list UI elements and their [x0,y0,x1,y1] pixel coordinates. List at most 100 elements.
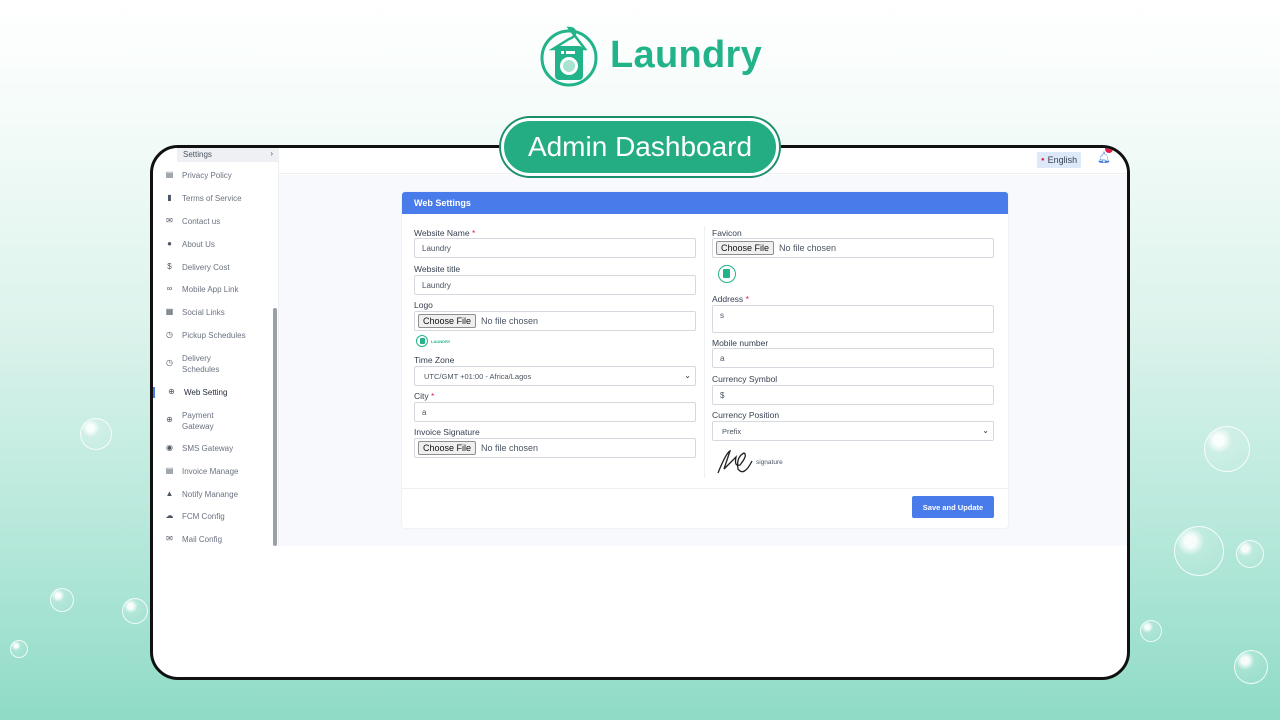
sidebar-item-label: About Us [182,240,215,249]
clock-icon: ◷ [166,330,173,339]
currency-symbol-label: Currency Symbol [712,374,778,384]
bell-icon: ▲ [165,489,174,498]
time-zone-value: UTC/GMT +01:00 - Africa/Lagos [424,372,532,381]
link-icon: ∞ [166,284,173,293]
website-title-label: Website title [414,264,461,274]
sidebar-item-label: Delivery Cost [182,263,230,272]
file-status: No file chosen [481,443,539,453]
printer-icon: ▤ [165,170,174,179]
sidebar-section-settings[interactable]: Settings › [177,148,281,162]
language-label: English [1047,155,1078,165]
sidebar-item-label: Web Setting [184,388,228,397]
sidebar-item-terms-of-service[interactable]: ▮ Terms of Service [153,193,265,204]
device-frame: Settings › ▤ Privacy Policy ▮ Terms of Ser… [150,145,1130,680]
file-status: No file chosen [779,243,837,253]
sidebar-item-fcm-config[interactable]: ☁ FCM Config [153,511,265,522]
city-input[interactable]: a [414,402,696,422]
sidebar-item-notify-manange[interactable]: ▲ Notify Manange [153,489,265,500]
sidebar-item-payment-gateway[interactable]: ⊕ Payment Gateway [153,410,265,432]
web-settings-card: Web Settings Website Name * Laundry Webs… [402,192,1008,528]
sidebar-item-sms-gateway[interactable]: ◉ SMS Gateway [153,443,265,454]
invoice-signature-file-input[interactable]: Choose File No file chosen [414,438,696,458]
chevron-right-icon: › [270,149,273,158]
sidebar-item-label: Contact us [182,217,221,226]
sidebar-item-contact-us[interactable]: ✉ Contact us [153,216,265,227]
sidebar-item-mobile-app-link[interactable]: ∞ Mobile App Link [153,284,265,295]
brand-logo: Laundry [536,22,762,88]
logo-file-input[interactable]: Choose File No file chosen [414,311,696,331]
sidebar-item-label: Terms of Service [182,194,242,203]
currency-position-value: Prefix [722,427,742,436]
website-name-label: Website Name * [414,228,476,238]
favicon-preview-icon [718,265,736,283]
save-and-update-button[interactable]: Save and Update [912,496,994,518]
favicon-label: Favicon [712,228,742,238]
sidebar-section-label: Settings [183,150,212,159]
bubble-decoration [10,640,28,658]
sidebar-item-label: Privacy Policy [182,171,232,180]
sidebar-scrollbar[interactable] [273,308,277,546]
bubble-decoration [1234,650,1268,684]
website-title-input[interactable]: Laundry [414,275,696,295]
sidebar-item-pickup-schedules[interactable]: ◷ Pickup Schedules [153,330,265,341]
city-label: City * [414,391,435,401]
bubble-decoration [50,588,74,612]
sidebar-item-delivery-schedules[interactable]: ◷ Delivery Schedules [153,353,265,375]
chevron-down-icon: ⌄ [982,426,989,435]
dollar-icon: $ [167,262,172,271]
currency-position-label: Currency Position [712,410,780,420]
bubble-decoration [122,598,148,624]
file-status: No file chosen [481,316,539,326]
globe-icon: ⊕ [166,415,173,424]
sidebar-item-delivery-cost[interactable]: $ Delivery Cost [153,262,265,273]
sidebar-item-label: Mobile App Link [182,285,239,294]
choose-file-button[interactable]: Choose File [418,314,477,328]
chat-icon: ◉ [166,443,173,452]
sidebar-item-label: Payment Gateway [182,411,214,431]
sidebar-item-label: Notify Manange [182,490,239,499]
website-name-input[interactable]: Laundry [414,238,696,258]
sidebar-item-label: SMS Gateway [182,444,234,453]
favicon-file-input[interactable]: Choose File No file chosen [712,238,994,258]
sidebar-item-mail-config[interactable]: ✉ Mail Config [153,534,265,545]
language-selector[interactable]: ● English [1037,152,1082,168]
sidebar-item-about-us[interactable]: ● About Us [153,239,265,250]
signature-caption: signature [756,459,783,466]
sidebar-item-invoice-manage[interactable]: ▤ Invoice Manage [153,466,265,477]
address-label: Address * [712,294,749,304]
sidebar-item-label: FCM Config [182,512,225,521]
sidebar-item-label: Pickup Schedules [182,331,246,340]
time-zone-select[interactable]: UTC/GMT +01:00 - Africa/Lagos ⌄ [414,366,696,386]
laundry-logo-icon [416,335,428,347]
bubble-decoration [1236,540,1264,568]
bubble-decoration [80,418,112,450]
mobile-number-label: Mobile number [712,338,769,348]
address-textarea[interactable]: s [712,305,994,333]
currency-symbol-input[interactable]: $ [712,385,994,405]
sidebar-item-social-links[interactable]: ▦ Social Links [153,307,265,318]
envelope-icon: ✉ [166,534,173,543]
admin-dashboard-pill: Admin Dashboard [501,118,779,176]
bubble-decoration [1204,426,1250,472]
printer-icon: ▤ [165,466,174,475]
card-footer-divider [402,488,1008,489]
invoice-signature-label: Invoice Signature [414,427,480,437]
card-title: Web Settings [402,192,1008,214]
bubble-decoration [1174,526,1224,576]
choose-file-button[interactable]: Choose File [418,441,477,455]
chevron-down-icon: ⌄ [684,371,691,380]
logo-preview-text: LAUNDRY [431,338,451,344]
sidebar-item-label: Delivery Schedules [182,354,220,374]
laundry-logo-icon [540,26,598,87]
envelope-icon: ✉ [166,216,173,225]
sidebar: Settings › [167,148,281,546]
sidebar-item-label: Invoice Manage [182,467,239,476]
sidebar-item-label: Social Links [182,308,225,317]
column-divider [704,226,705,478]
sidebar-item-web-setting[interactable]: ⊕ Web Setting [153,387,265,398]
sidebar-item-privacy-policy[interactable]: ▤ Privacy Policy [153,170,265,181]
mobile-number-input[interactable]: a [712,348,994,368]
currency-position-select[interactable]: Prefix ⌄ [712,421,994,441]
choose-file-button[interactable]: Choose File [716,241,775,255]
logo-preview: LAUNDRY [416,335,450,347]
